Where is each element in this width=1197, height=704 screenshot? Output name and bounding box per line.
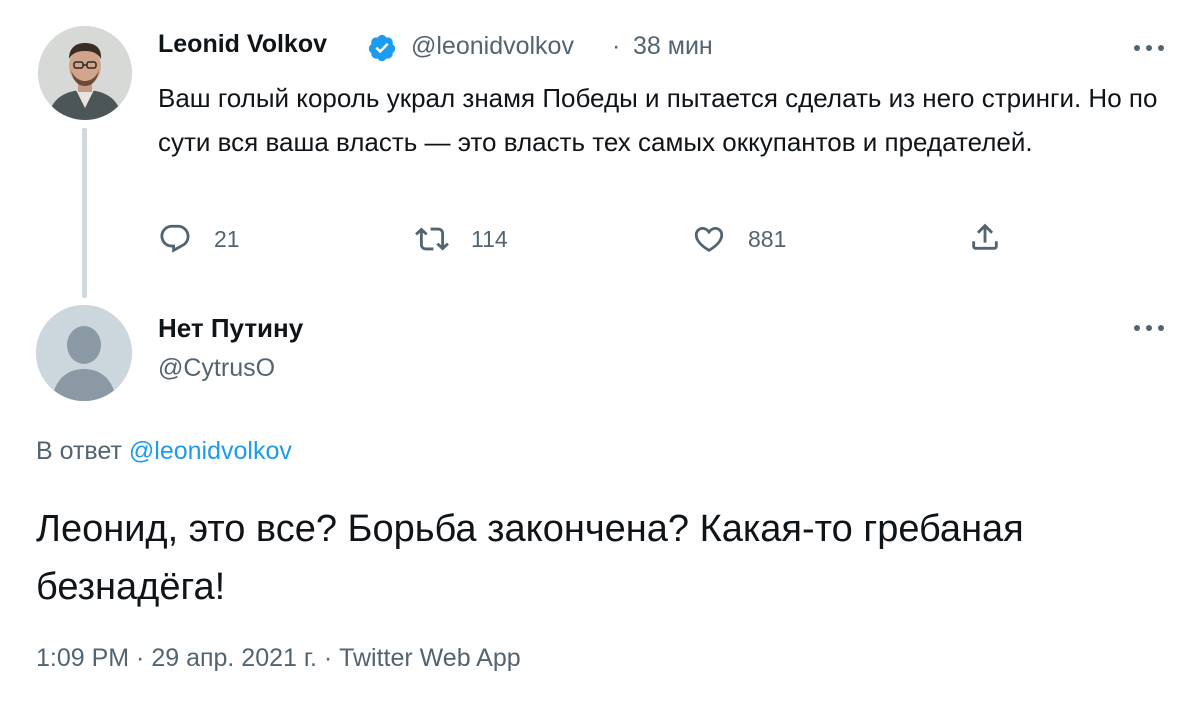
separator-dot: · [612,32,621,60]
reply-author-handle[interactable]: @CytrusO [158,354,275,383]
retweet-button[interactable]: 114 [415,222,508,256]
reply-tweet-text: Леонид, это все? Борьба закончена? Какая… [36,508,1024,608]
share-icon [972,223,998,250]
default-avatar-icon [36,305,132,401]
parent-tweet-text: Ваш голый король украл знамя Победы и пы… [158,83,1158,157]
verified-badge-icon [368,34,396,62]
more-horizontal-icon[interactable] [1131,42,1167,54]
replying-to-link[interactable]: @leonidvolkov [129,437,292,465]
reply-count: 21 [214,225,240,252]
avatar-default[interactable] [36,305,132,401]
more-horizontal-icon[interactable] [1131,322,1167,334]
parent-author-handle[interactable]: @leonidvolkov [411,32,574,61]
reply-author-name[interactable]: Нет Путину [158,313,303,344]
heart-icon [694,226,724,252]
reply-button[interactable]: 21 [158,222,240,256]
avatar-photo-icon [38,26,132,120]
thread-connector-line [82,128,87,298]
like-button[interactable]: 881 [692,222,786,256]
replying-to-line: В ответ @leonidvolkov [36,437,292,466]
tweet-meta-timestamp[interactable]: 1:09 PM · 29 апр. 2021 г. · Twitter Web … [36,644,521,673]
parent-author-name[interactable]: Leonid Volkov [158,30,327,59]
like-count: 881 [748,225,787,252]
parent-timestamp[interactable]: 38 мин [633,32,713,61]
avatar-leonid-volkov[interactable] [38,26,132,120]
reply-icon [160,224,190,253]
retweet-icon [415,227,449,251]
replying-to-label: В ответ [36,437,122,465]
retweet-count: 114 [471,225,508,252]
share-button[interactable] [968,220,1002,254]
